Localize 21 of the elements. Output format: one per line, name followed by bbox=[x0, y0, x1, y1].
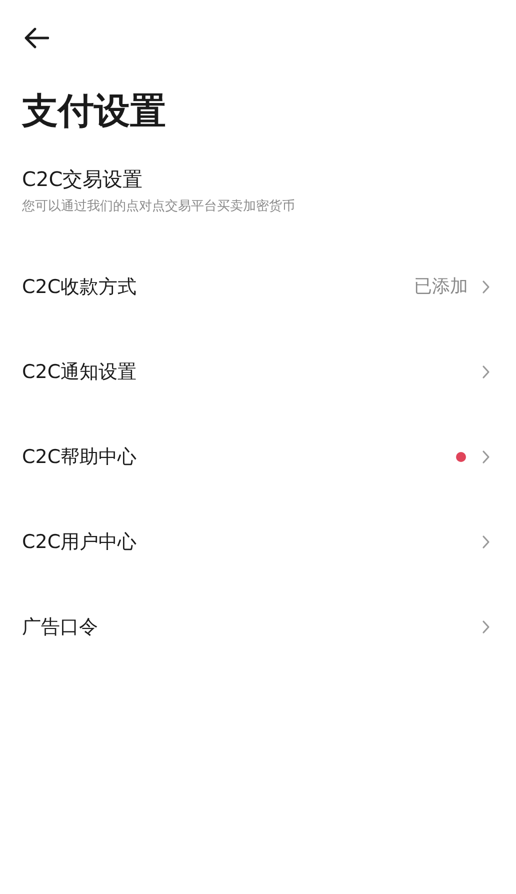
chevron-icon bbox=[482, 280, 490, 294]
back-arrow-icon bbox=[23, 27, 49, 49]
settings-row[interactable]: C2C通知设置 bbox=[22, 329, 494, 414]
settings-row[interactable]: C2C用户中心 bbox=[22, 499, 494, 584]
row-label: C2C用户中心 bbox=[22, 530, 137, 554]
page-title: 支付设置 bbox=[22, 90, 166, 134]
section-description: 您可以通过我们的点对点交易平台买卖加密货币 bbox=[22, 198, 295, 216]
chevron-icon bbox=[482, 450, 490, 464]
row-label: C2C帮助中心 bbox=[22, 444, 137, 468]
settings-row[interactable]: 广告口令 bbox=[22, 584, 494, 669]
back-button[interactable] bbox=[22, 26, 50, 50]
row-label: C2C通知设置 bbox=[22, 360, 137, 384]
row-label: C2C收款方式 bbox=[22, 274, 137, 298]
section-title: C2C交易设置 bbox=[22, 166, 143, 192]
chevron-icon bbox=[482, 620, 490, 634]
row-label: 广告口令 bbox=[22, 614, 98, 638]
chevron-icon bbox=[482, 364, 490, 378]
settings-row[interactable]: C2C收款方式 已添加 bbox=[22, 244, 494, 329]
chevron-icon bbox=[482, 534, 490, 548]
settings-row[interactable]: C2C帮助中心 bbox=[22, 414, 494, 499]
row-value: 已添加 bbox=[414, 274, 468, 298]
